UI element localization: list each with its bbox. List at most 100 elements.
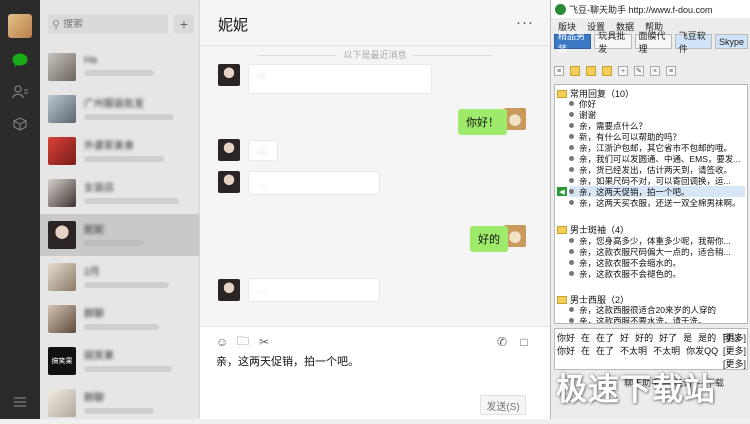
- reply-item[interactable]: 亲，江浙沪包邮，其它省市不包邮的哦。: [569, 142, 745, 153]
- file-message[interactable]: …: [248, 171, 380, 195]
- helper-toolbar: ≡ + ✎ × ≡: [554, 66, 676, 80]
- conversation-item[interactable]: 女装店: [40, 172, 199, 214]
- tab-feidou[interactable]: 飞豆软件: [674, 31, 712, 54]
- scissors-icon[interactable]: ✂: [256, 334, 272, 350]
- quick-phrase[interactable]: 在: [581, 344, 590, 357]
- quick-phrase[interactable]: 在了: [596, 344, 614, 357]
- conversation-item[interactable]: 2月: [40, 256, 199, 298]
- delete-folder-icon[interactable]: [602, 66, 612, 76]
- settings-icon[interactable]: ≡: [666, 66, 676, 76]
- quick-phrase[interactable]: 你发QQ: [686, 344, 718, 357]
- conversation-item[interactable]: 搞笑果 搞笑果: [40, 340, 199, 382]
- menu-icon[interactable]: [10, 392, 30, 412]
- contact-avatar[interactable]: [218, 139, 240, 161]
- more-link[interactable]: [更多]: [723, 331, 746, 344]
- conversation-title: Ha: [84, 54, 97, 66]
- search-input[interactable]: [63, 18, 160, 30]
- message-bubble-sent[interactable]: 好的: [470, 226, 508, 252]
- quick-phrase[interactable]: 不太明: [653, 344, 680, 357]
- edit-item-icon[interactable]: ✎: [634, 66, 644, 76]
- add-chat-button[interactable]: +: [174, 14, 194, 34]
- edit-folder-icon[interactable]: [586, 66, 596, 76]
- reply-item[interactable]: 亲，这款衣服不会褪色的。: [569, 268, 745, 279]
- emoji-icon[interactable]: ☺: [214, 334, 230, 350]
- contact-avatar[interactable]: [218, 64, 240, 86]
- reply-item[interactable]: 亲，这款西服不要水洗，请干洗。: [569, 315, 745, 323]
- more-options-button[interactable]: ···: [516, 14, 534, 31]
- chat-header: 妮妮 ···: [200, 0, 550, 46]
- my-avatar[interactable]: [8, 14, 32, 38]
- quick-phrase[interactable]: 好的: [635, 331, 653, 344]
- reply-item[interactable]: 亲，这款衣服尺码偏大一点的，适合稍...: [569, 246, 745, 257]
- reply-item[interactable]: 新，有什么可以帮助的吗？: [569, 131, 745, 142]
- delete-item-icon[interactable]: ×: [650, 66, 660, 76]
- conversation-item-selected[interactable]: 妮妮: [40, 214, 199, 256]
- wechat-sidebar: [0, 0, 40, 419]
- folder-icon: [557, 295, 567, 304]
- quick-phrase[interactable]: 在了: [596, 331, 614, 344]
- conversation-item[interactable]: Ha: [40, 46, 199, 88]
- conversation-item[interactable]: 群聊: [40, 382, 199, 424]
- reply-item-selected[interactable]: 亲，这两天促销，拍一个吧。: [569, 186, 745, 197]
- message-bubble[interactable]: …: [248, 140, 278, 161]
- reply-item[interactable]: 亲，货已经发出，估计两天到，请签收。: [569, 164, 745, 175]
- quick-phrase[interactable]: 你好: [557, 331, 575, 344]
- quick-phrase[interactable]: 是的: [698, 331, 716, 344]
- conversation-avatar: [48, 305, 76, 333]
- reply-tree: 常用回复（10） 你好 谢谢 亲，需要点什么？ 新，有什么可以帮助的吗？ 亲，江…: [554, 84, 748, 324]
- tab-skype[interactable]: Skype: [715, 34, 749, 49]
- message-bubble-sent[interactable]: 你好！: [458, 109, 507, 135]
- compose-area[interactable]: ☺ 🗀 ✂ ✆ □ 亲，这两天促销，拍一个吧。 发送(S): [200, 326, 550, 419]
- folder-icon[interactable]: 🗀: [235, 334, 251, 350]
- conversation-item[interactable]: 广州服装批发: [40, 88, 199, 130]
- wechat-window: ⚲ + Ha 广州服装批发 外婆家美食 女装店 妮妮 2月: [0, 0, 550, 419]
- message-input[interactable]: 亲，这两天促销，拍一个吧。: [216, 353, 359, 369]
- conversation-item[interactable]: 外婆家美食: [40, 130, 199, 172]
- conversation-title: 妮妮: [84, 224, 104, 236]
- file-message[interactable]: …: [248, 278, 380, 302]
- quick-phrase[interactable]: 不太明: [620, 344, 647, 357]
- reply-item[interactable]: 亲，您身高多少，体重多少呢，我帮你...: [569, 235, 745, 246]
- contact-avatar[interactable]: [218, 279, 240, 301]
- quick-phrase[interactable]: 好了: [659, 331, 677, 344]
- tree-icon[interactable]: ≡: [554, 66, 564, 76]
- search-box[interactable]: ⚲: [48, 14, 168, 34]
- quick-phrase[interactable]: 在: [581, 331, 590, 344]
- folder-icon: [557, 89, 567, 98]
- my-avatar[interactable]: [504, 108, 526, 130]
- helper-tabs: 精品男装 玩具批发 面膜代理 飞豆软件 Skype: [554, 31, 749, 54]
- reply-item[interactable]: 亲，需要点什么？: [569, 120, 745, 131]
- reply-item[interactable]: 亲，这款衣服不会缩水的。: [569, 257, 745, 268]
- helper-title: 飞豆-聊天助手 http://www.f-dou.com: [569, 4, 713, 15]
- tab-facemask[interactable]: 面膜代理: [634, 31, 672, 54]
- tab-menswear[interactable]: 精品男装: [554, 31, 592, 54]
- reply-item[interactable]: 谢谢: [569, 109, 745, 120]
- reply-item[interactable]: 亲，这款西服很适合20来岁的人穿的: [569, 304, 745, 315]
- conversation-item[interactable]: 群聊: [40, 298, 199, 340]
- chat-icon[interactable]: [10, 50, 30, 70]
- add-item-icon[interactable]: +: [618, 66, 628, 76]
- add-folder-icon[interactable]: [570, 66, 580, 76]
- send-button[interactable]: 发送(S): [480, 395, 526, 415]
- conversation-avatar: [48, 179, 76, 207]
- reply-item[interactable]: 亲，这两天买衣服，还送一双全棉男袜啊。: [569, 197, 745, 208]
- message-bubble[interactable]: …: [248, 64, 432, 94]
- more-link[interactable]: [更多]: [723, 344, 746, 357]
- quick-phrase[interactable]: 你好: [557, 344, 575, 357]
- tab-toys[interactable]: 玩具批发: [594, 31, 632, 54]
- chat-helper-window: 飞豆-聊天助手 http://www.f-dou.com 版块 设置 数据 帮助…: [550, 0, 750, 419]
- more-link[interactable]: [更多]: [723, 357, 746, 370]
- contacts-icon[interactable]: [10, 82, 30, 102]
- app-logo-icon: [555, 3, 566, 15]
- reply-item[interactable]: 亲，我们可以发圆通、中通、EMS，要发...: [569, 153, 745, 164]
- quick-phrase[interactable]: 是: [683, 331, 692, 344]
- reply-item[interactable]: 你好: [569, 98, 745, 109]
- favorites-icon[interactable]: [10, 114, 30, 134]
- contact-avatar[interactable]: [218, 171, 240, 193]
- quick-phrase[interactable]: 好: [620, 331, 629, 344]
- phone-icon[interactable]: ✆: [494, 334, 510, 350]
- reply-item[interactable]: 亲，如果尺码不对，可以寄回调换，运...: [569, 175, 745, 186]
- video-call-icon[interactable]: □: [516, 334, 532, 350]
- conversation-list: ⚲ + Ha 广州服装批发 外婆家美食 女装店 妮妮 2月: [40, 0, 200, 419]
- conversation-title: 女装店: [84, 182, 114, 194]
